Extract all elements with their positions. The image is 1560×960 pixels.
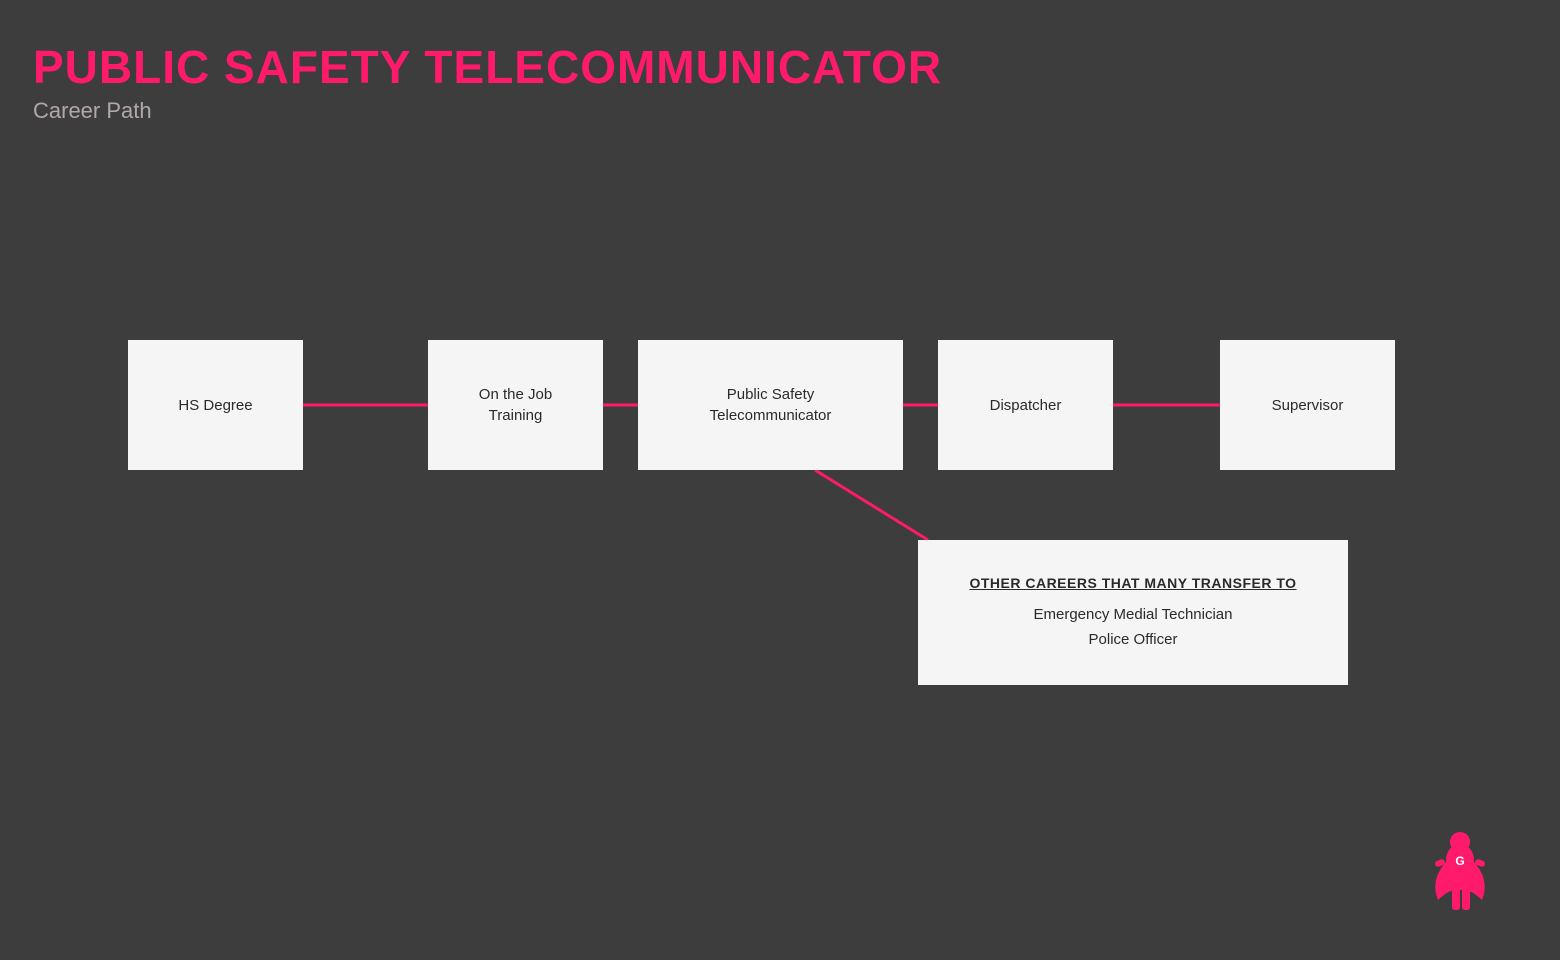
career-box-on-job-training: On the JobTraining [428, 340, 603, 470]
career-box-on-job-training-label: On the JobTraining [479, 384, 552, 426]
career-path-subtitle: Career Path [33, 98, 942, 124]
hero-logo: G [1420, 830, 1500, 920]
career-box-hs-degree-label: HS Degree [178, 395, 252, 416]
header: PUBLIC SAFETY TELECOMMUNICATOR Career Pa… [33, 40, 942, 124]
career-box-dispatcher: Dispatcher [938, 340, 1113, 470]
career-box-supervisor: Supervisor [1220, 340, 1395, 470]
transfer-title: OTHER CAREERS THAT MANY TRANSFER TO [969, 572, 1296, 596]
career-box-pst-label: Public SafetyTelecommunicator [710, 384, 832, 426]
main-title: PUBLIC SAFETY TELECOMMUNICATOR [33, 40, 942, 94]
career-box-pst: Public SafetyTelecommunicator [638, 340, 903, 470]
career-box-dispatcher-label: Dispatcher [990, 395, 1062, 416]
svg-text:G: G [1455, 854, 1464, 868]
career-box-hs-degree: HS Degree [128, 340, 303, 470]
career-box-supervisor-label: Supervisor [1272, 395, 1344, 416]
transfer-careers-box: OTHER CAREERS THAT MANY TRANSFER TO Emer… [918, 540, 1348, 685]
transfer-item-emt: Emergency Medial Technician [1034, 602, 1233, 628]
transfer-item-police: Police Officer [1089, 627, 1178, 653]
